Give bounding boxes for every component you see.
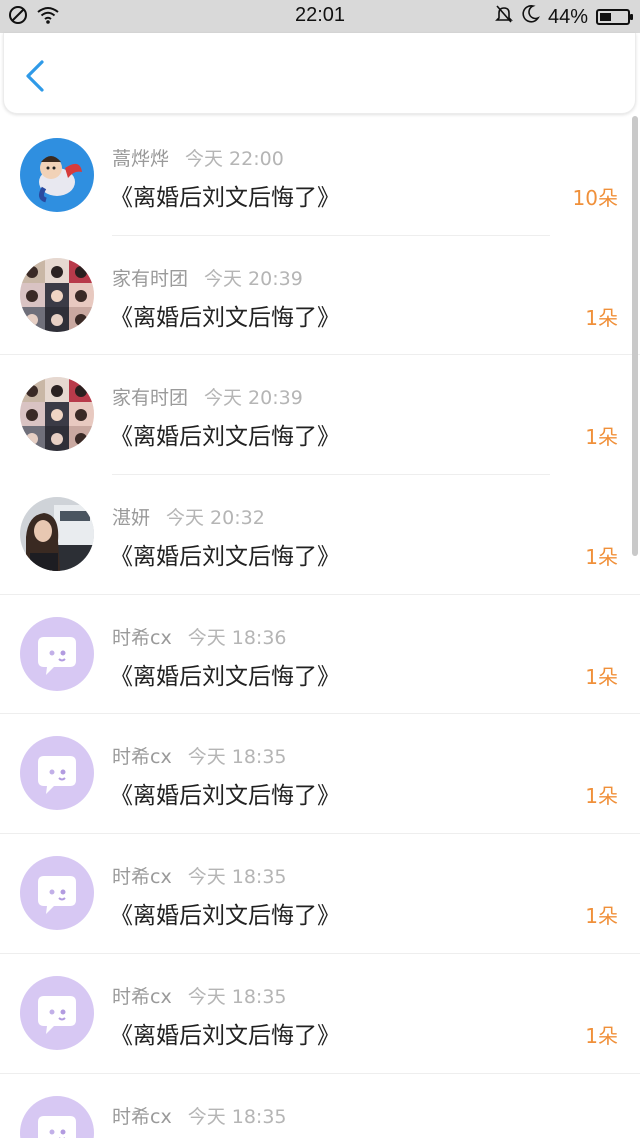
user-name: 时希cx 今天 18:36 <box>112 623 287 650</box>
flower-count: 1朵 <box>585 904 618 929</box>
user-name-text: 家有时团 <box>112 387 189 410</box>
timestamp: 今天 18:35 <box>187 866 287 889</box>
user-name-text: 时希cx <box>112 746 172 769</box>
list-item[interactable]: 家有时团 今天 20:39 《离婚后刘文后悔了》 1朵 <box>0 355 640 476</box>
book-title: 《离婚后刘文后悔了》 <box>110 304 340 331</box>
user-name-text: 时希cx <box>112 985 172 1008</box>
status-right: 44% <box>494 4 633 30</box>
user-name-text: 时希cx <box>112 866 172 889</box>
list-item[interactable]: 时希cx 今天 18:35 《离婚后刘文后悔了》 1朵 <box>0 714 640 835</box>
book-title: 《离婚后刘文后悔了》 <box>110 185 340 211</box>
avatar[interactable] <box>20 616 94 691</box>
avatar[interactable] <box>20 497 94 572</box>
user-name-text: 时希cx <box>112 626 172 649</box>
screen: 22:01 44% 蒿烨烨 今天 22:00 《离婚后刘文后悔了》 10朵 家有… <box>0 0 640 1138</box>
user-name-text: 时希cx <box>112 1105 172 1128</box>
flower-count: 1朵 <box>585 664 618 689</box>
list-item[interactable]: 时希cx 今天 18:35 《离婚后刘文后悔了》 1朵 <box>0 834 640 954</box>
list-item[interactable]: 时希cx 今天 18:35 <box>0 1074 640 1138</box>
user-name: 家有时团 今天 20:39 <box>112 264 303 291</box>
user-name-text: 家有时团 <box>112 267 189 290</box>
avatar[interactable] <box>20 377 94 452</box>
timestamp: 今天 22:00 <box>185 148 284 170</box>
book-title: 《离婚后刘文后悔了》 <box>110 903 340 930</box>
book-title: 《离婚后刘文后悔了》 <box>110 424 340 451</box>
user-name: 时希cx 今天 18:35 <box>112 862 287 889</box>
header <box>3 33 636 114</box>
list-item[interactable]: 时希cx 今天 18:36 《离婚后刘文后悔了》 1朵 <box>0 595 640 715</box>
user-name: 蒿烨烨 今天 22:00 <box>112 144 284 171</box>
battery-percent: 44% <box>547 5 588 28</box>
avatar[interactable] <box>20 856 94 931</box>
back-button[interactable] <box>22 59 52 93</box>
timestamp: 今天 20:39 <box>204 267 303 290</box>
avatar[interactable] <box>20 138 94 212</box>
flower-count: 1朵 <box>585 305 618 330</box>
avatar[interactable] <box>20 975 94 1050</box>
chevron-left-icon <box>26 60 44 92</box>
list-item[interactable]: 家有时团 今天 20:39 《离婚后刘文后悔了》 1朵 <box>0 236 640 356</box>
list-item[interactable]: 时希cx 今天 18:35 《离婚后刘文后悔了》 1朵 <box>0 954 640 1074</box>
list-item[interactable]: 湛妍 今天 20:32 《离婚后刘文后悔了》 1朵 <box>0 475 640 595</box>
flower-count: 1朵 <box>585 545 618 570</box>
timestamp: 今天 18:35 <box>187 985 287 1008</box>
user-name: 时希cx 今天 18:35 <box>112 982 287 1009</box>
user-name: 时希cx 今天 18:35 <box>112 742 287 769</box>
flower-count: 1朵 <box>585 1023 618 1048</box>
scrollbar[interactable] <box>632 116 638 556</box>
timestamp: 今天 18:35 <box>187 1105 287 1128</box>
battery-fill <box>600 13 611 21</box>
mute-bell-icon <box>494 4 514 30</box>
gift-list: 蒿烨烨 今天 22:00 《离婚后刘文后悔了》 10朵 家有时团 今天 20:39 《离婚… <box>0 116 640 1138</box>
avatar[interactable] <box>20 257 94 332</box>
flower-count: 10朵 <box>572 186 618 210</box>
avatar[interactable] <box>20 1095 94 1138</box>
timestamp: 今天 20:39 <box>204 387 303 410</box>
avatar[interactable] <box>20 736 94 811</box>
book-title: 《离婚后刘文后悔了》 <box>110 783 340 810</box>
flower-count: 1朵 <box>585 425 618 450</box>
timestamp: 今天 18:35 <box>187 746 287 769</box>
user-name: 家有时团 今天 20:39 <box>112 383 303 410</box>
user-name: 时希cx 今天 18:35 <box>112 1102 287 1129</box>
user-name-text: 蒿烨烨 <box>112 148 170 170</box>
timestamp: 今天 20:32 <box>166 507 265 530</box>
battery-icon <box>596 9 633 25</box>
moon-icon <box>522 4 540 30</box>
book-title: 《离婚后刘文后悔了》 <box>110 1022 340 1049</box>
list-item[interactable]: 蒿烨烨 今天 22:00 《离婚后刘文后悔了》 10朵 <box>0 116 640 236</box>
user-name: 湛妍 今天 20:32 <box>112 503 265 530</box>
book-title: 《离婚后刘文后悔了》 <box>110 663 340 690</box>
book-title: 《离婚后刘文后悔了》 <box>110 544 340 571</box>
user-name-text: 湛妍 <box>112 507 151 530</box>
timestamp: 今天 18:36 <box>187 626 287 649</box>
status-bar: 22:01 44% <box>0 0 640 33</box>
flower-count: 1朵 <box>585 784 618 809</box>
